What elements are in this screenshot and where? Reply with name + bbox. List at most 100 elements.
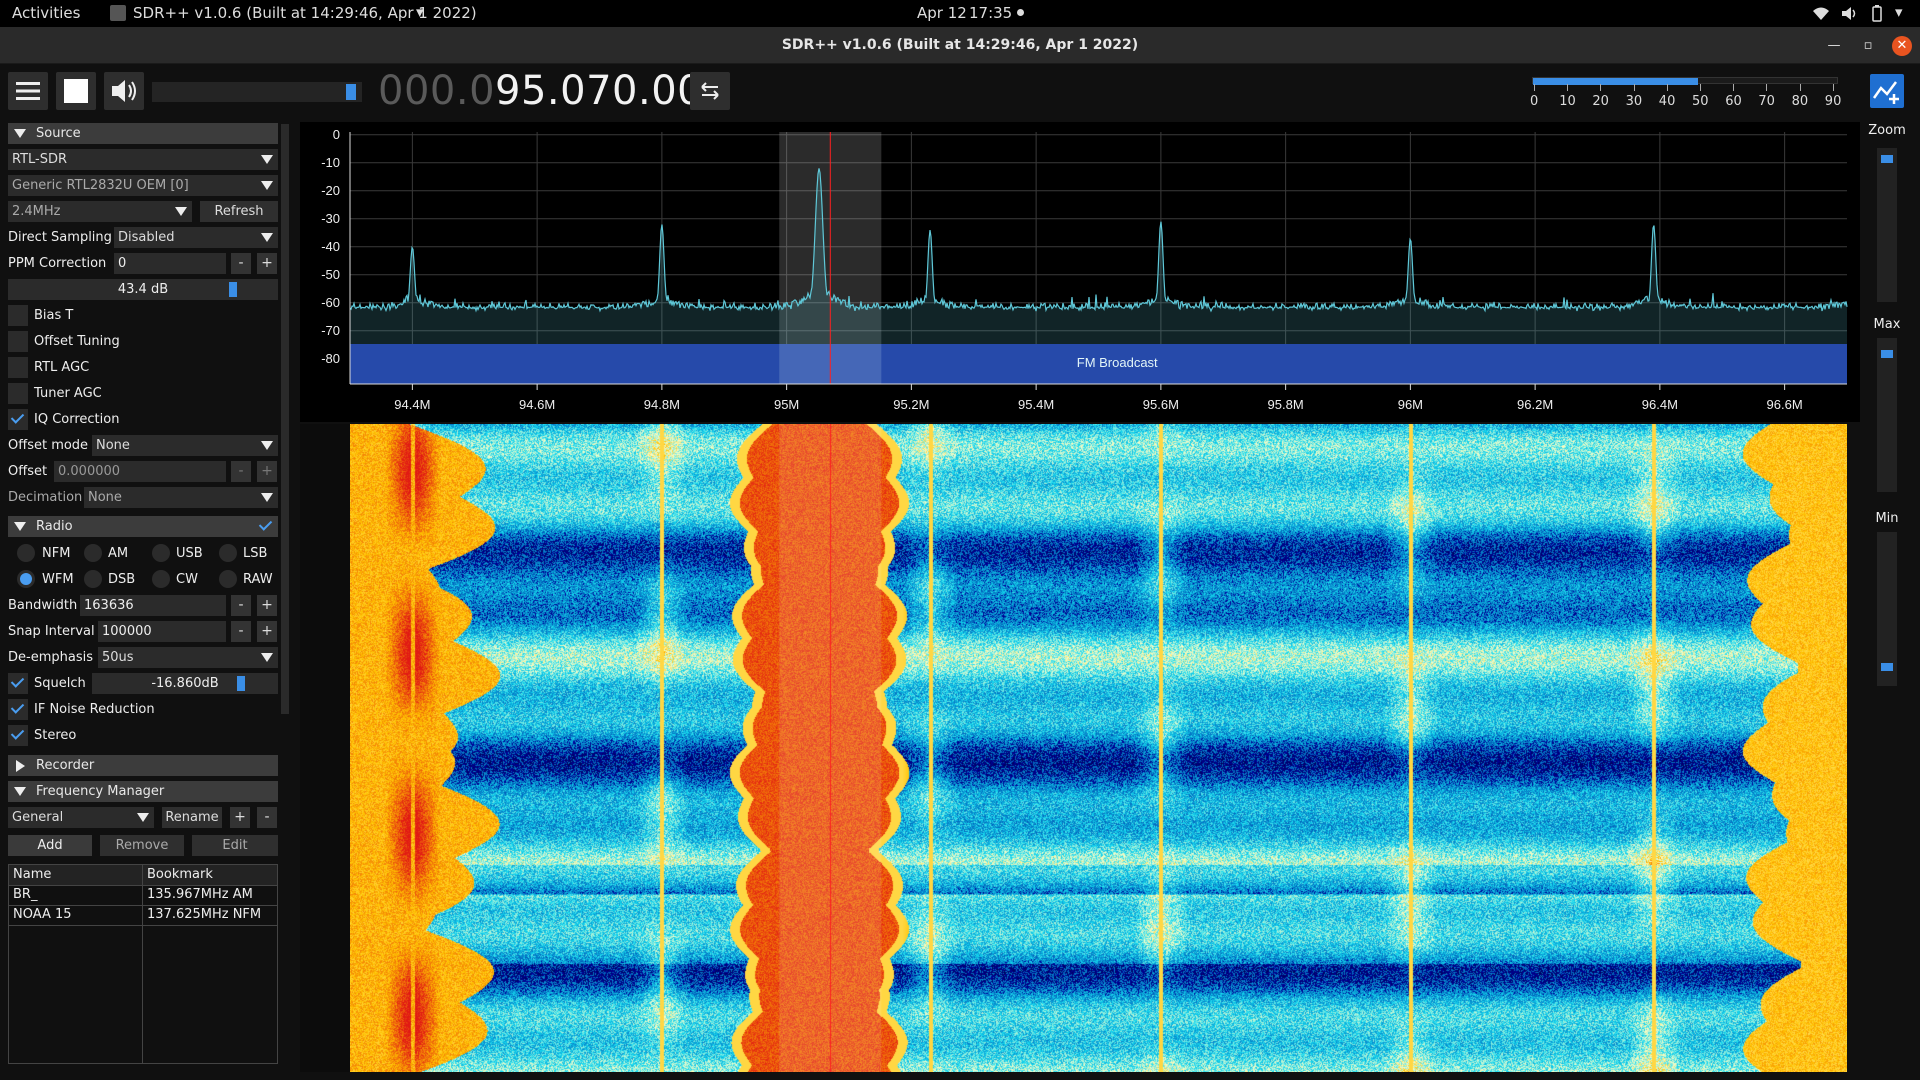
remove-list-button[interactable]: - (257, 807, 277, 828)
clock-time[interactable]: 17:35 (969, 4, 1012, 22)
remove-bookmark-button[interactable]: Remove (100, 835, 184, 856)
sdrpp-logo-icon[interactable] (1870, 74, 1904, 108)
deemphasis-select[interactable]: 50us (98, 647, 278, 668)
gain-slider[interactable]: 43.4 dB (8, 279, 278, 300)
stop-button[interactable] (56, 72, 96, 110)
battery-icon[interactable] (1868, 5, 1886, 22)
left-panel-scrollbar[interactable] (281, 124, 289, 714)
bandwidth-input[interactable]: 163636 (80, 595, 226, 616)
zoom-slider[interactable] (1877, 148, 1897, 302)
add-list-button[interactable]: + (230, 807, 250, 828)
bandwidth-increment-button[interactable]: + (257, 595, 277, 616)
offset-mode-select[interactable]: None (92, 435, 278, 456)
ppm-input[interactable]: 0 (114, 253, 226, 274)
min-slider-grab[interactable] (1881, 663, 1893, 671)
system-menu-chevron-icon[interactable]: ▾ (1895, 3, 1903, 21)
frequency-display[interactable]: 000.095.070.000 (378, 68, 729, 114)
direct-sampling-select[interactable]: Disabled (114, 227, 278, 248)
bookmark-row-0-name[interactable]: BR_ (9, 885, 142, 905)
offset-increment-button[interactable]: + (257, 461, 277, 482)
radio-enabled-check-icon[interactable] (256, 516, 276, 537)
edit-bookmark-button[interactable]: Edit (192, 835, 278, 856)
refresh-button[interactable]: Refresh (200, 201, 278, 222)
menu-button[interactable] (8, 72, 48, 110)
squelch-slider-grab[interactable] (237, 676, 245, 691)
rtl-agc-checkbox[interactable] (8, 357, 28, 378)
ppm-increment-button[interactable]: + (257, 253, 277, 274)
offset-decrement-button[interactable]: - (231, 461, 251, 482)
squelch-checkbox[interactable] (8, 673, 28, 694)
volume-slider[interactable] (152, 82, 362, 102)
gain-slider-grab[interactable] (229, 282, 237, 297)
volume-slider-grab[interactable] (346, 84, 356, 100)
maximize-button[interactable]: ▫ (1858, 36, 1878, 56)
snap-increment-button[interactable]: + (257, 621, 277, 642)
decimation-select[interactable]: None (84, 487, 278, 508)
source-header[interactable]: Source (8, 123, 278, 144)
frequency-manager-header-label: Frequency Manager (36, 784, 165, 799)
window-titlebar[interactable]: SDR++ v1.0.6 (Built at 14:29:46, Apr 1 2… (0, 27, 1920, 64)
snr-tick (1666, 84, 1668, 91)
snr-tick (1633, 84, 1635, 91)
close-button[interactable]: ✕ (1892, 36, 1912, 56)
bias-t-checkbox[interactable] (8, 305, 28, 326)
if-noise-reduction-checkbox[interactable] (8, 699, 28, 720)
zoom-slider-grab[interactable] (1881, 155, 1893, 163)
recorder-header[interactable]: Recorder (8, 755, 278, 776)
bookmark-list-value: General (12, 810, 64, 825)
minimize-button[interactable]: — (1824, 36, 1844, 56)
max-slider-grab[interactable] (1881, 350, 1893, 358)
ppm-decrement-button[interactable]: - (231, 253, 251, 274)
snr-tick-label: 80 (1791, 94, 1809, 109)
bookmark-list-select[interactable]: General (8, 807, 154, 828)
mode-radio-dsb[interactable] (84, 570, 102, 588)
bookmark-row-0-value[interactable]: 135.967MHz AM (143, 885, 277, 905)
mode-radio-usb[interactable] (152, 544, 170, 562)
mode-radio-raw[interactable] (219, 570, 237, 588)
sample-rate-select[interactable]: 2.4MHz (8, 201, 192, 222)
mode-radio-cw[interactable] (152, 570, 170, 588)
app-menu-chevron-icon[interactable]: ▾ (416, 3, 424, 21)
min-label: Min (1875, 511, 1899, 526)
offset-input[interactable]: 0.000000 (54, 461, 226, 482)
mute-button[interactable] (104, 72, 144, 110)
waterfall-display[interactable] (350, 424, 1847, 1072)
app-menu[interactable]: SDR++ v1.0.6 (Built at 14:29:46, Apr 1 2… (133, 4, 477, 22)
offset-tuning-checkbox[interactable] (8, 331, 28, 352)
squelch-slider[interactable]: -16.860dB (92, 673, 278, 694)
bookmark-row-1-name[interactable]: NOAA 15 (9, 905, 142, 925)
swap-step-button[interactable] (690, 72, 730, 110)
bookmark-col-bookmark[interactable]: Bookmark (143, 865, 277, 885)
snap-interval-input[interactable]: 100000 (98, 621, 226, 642)
snap-decrement-button[interactable]: - (231, 621, 251, 642)
source-select[interactable]: RTL-SDR (8, 149, 278, 170)
radio-header[interactable]: Radio (8, 516, 278, 537)
iq-correction-checkbox[interactable] (8, 409, 28, 430)
activities-button[interactable]: Activities (12, 4, 80, 22)
min-slider[interactable] (1877, 532, 1897, 686)
mode-label-lsb: LSB (243, 546, 268, 561)
device-select[interactable]: Generic RTL2832U OEM [0] (8, 175, 278, 196)
bias-t-label: Bias T (34, 308, 74, 323)
add-bookmark-button[interactable]: Add (8, 835, 92, 856)
bookmark-col-name[interactable]: Name (9, 865, 142, 885)
stereo-checkbox[interactable] (8, 725, 28, 746)
clock-date[interactable]: Apr 12 (917, 4, 967, 22)
tuner-agc-checkbox[interactable] (8, 383, 28, 404)
mode-radio-am[interactable] (84, 544, 102, 562)
rename-list-button[interactable]: Rename (162, 807, 222, 828)
fft-spectrum[interactable]: FM Broadcast 0-10-20-30-40-50-60-70-80 9… (300, 122, 1860, 422)
snr-tick (1567, 84, 1569, 91)
wifi-icon[interactable] (1812, 5, 1830, 22)
recorder-header-label: Recorder (36, 758, 95, 773)
bandwidth-decrement-button[interactable]: - (231, 595, 251, 616)
bookmark-row-1-value[interactable]: 137.625MHz NFM (143, 905, 277, 925)
max-slider[interactable] (1877, 338, 1897, 492)
mode-radio-wfm[interactable] (17, 570, 35, 588)
mode-radio-lsb[interactable] (219, 544, 237, 562)
frequency-manager-header[interactable]: Frequency Manager (8, 781, 278, 802)
frequency-leading-digits[interactable]: 000.0 (378, 68, 495, 114)
volume-icon[interactable] (1840, 5, 1858, 22)
mode-label-usb: USB (176, 546, 203, 561)
mode-radio-nfm[interactable] (17, 544, 35, 562)
